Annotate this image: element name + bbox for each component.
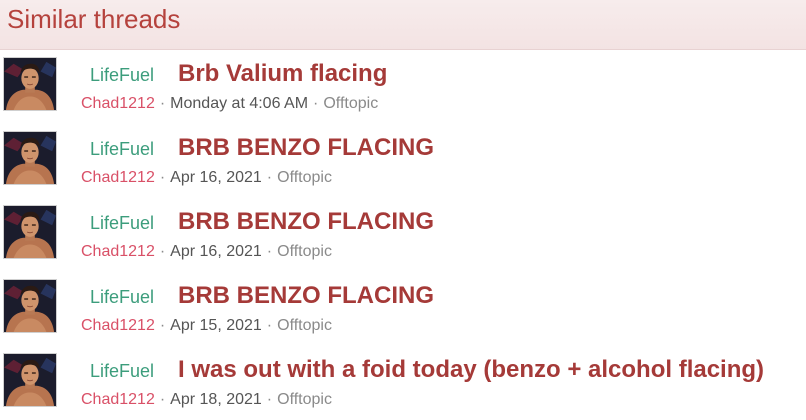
thread-meta: Chad1212 · Apr 15, 2021 · Offtopic	[81, 317, 332, 335]
thread-prefix-label[interactable]: LifeFuel	[90, 361, 154, 382]
thread-date[interactable]: Apr 15, 2021	[170, 317, 262, 334]
thread-row: LifeFuel I was out with a foid today (be…	[0, 346, 806, 420]
meta-separator: ·	[266, 243, 273, 260]
thread-date[interactable]: Apr 16, 2021	[170, 243, 262, 260]
meta-separator: ·	[266, 317, 273, 334]
thread-meta: Chad1212 · Apr 16, 2021 · Offtopic	[81, 243, 332, 261]
meta-separator: ·	[159, 243, 166, 260]
meta-separator: ·	[159, 317, 166, 334]
avatar-image	[4, 132, 56, 184]
thread-meta: Chad1212 · Monday at 4:06 AM · Offtopic	[81, 95, 378, 113]
block-title: Similar threads	[7, 4, 181, 34]
avatar-image	[4, 280, 56, 332]
block-header: Similar threads	[0, 0, 806, 50]
thread-date[interactable]: Monday at 4:06 AM	[170, 95, 308, 112]
avatar[interactable]	[3, 279, 57, 333]
meta-separator: ·	[159, 169, 166, 186]
similar-threads-block: Similar threads LifeFuel Brb Valium flac…	[0, 0, 806, 408]
thread-prefix-label[interactable]: LifeFuel	[90, 65, 154, 86]
thread-prefix-label[interactable]: LifeFuel	[90, 287, 154, 308]
meta-separator: ·	[266, 169, 273, 186]
thread-author-link[interactable]: Chad1212	[81, 391, 155, 408]
thread-title-link[interactable]: BRB BENZO FLACING	[178, 282, 434, 310]
thread-title-link[interactable]: BRB BENZO FLACING	[178, 134, 434, 162]
avatar-image	[4, 58, 56, 110]
meta-separator: ·	[266, 391, 273, 408]
thread-row: LifeFuel BRB BENZO FLACING Chad1212 · Apr …	[0, 272, 806, 346]
thread-forum-link[interactable]: Offtopic	[323, 95, 378, 112]
thread-author-link[interactable]: Chad1212	[81, 317, 155, 334]
avatar[interactable]	[3, 57, 57, 111]
thread-row: LifeFuel BRB BENZO FLACING Chad1212 · Apr …	[0, 124, 806, 198]
thread-prefix-label[interactable]: LifeFuel	[90, 213, 154, 234]
thread-title-link[interactable]: Brb Valium flacing	[178, 60, 387, 88]
thread-date[interactable]: Apr 16, 2021	[170, 169, 262, 186]
thread-date[interactable]: Apr 18, 2021	[170, 391, 262, 408]
meta-separator: ·	[313, 95, 319, 112]
thread-author-link[interactable]: Chad1212	[81, 243, 155, 260]
thread-title-link[interactable]: I was out with a foid today (benzo + alc…	[178, 356, 764, 384]
thread-forum-link[interactable]: Offtopic	[277, 317, 332, 334]
avatar-image	[4, 354, 56, 406]
thread-prefix-label[interactable]: LifeFuel	[90, 139, 154, 160]
thread-row: LifeFuel Brb Valium flacing Chad1212 · Mon…	[0, 50, 806, 124]
thread-meta: Chad1212 · Apr 16, 2021 · Offtopic	[81, 169, 332, 187]
thread-author-link[interactable]: Chad1212	[81, 169, 155, 186]
avatar[interactable]	[3, 205, 57, 259]
meta-separator: ·	[159, 391, 166, 408]
thread-forum-link[interactable]: Offtopic	[277, 243, 332, 260]
thread-meta: Chad1212 · Apr 18, 2021 · Offtopic	[81, 391, 332, 409]
thread-forum-link[interactable]: Offtopic	[277, 169, 332, 186]
thread-author-link[interactable]: Chad1212	[81, 95, 155, 112]
thread-forum-link[interactable]: Offtopic	[277, 391, 332, 408]
avatar[interactable]	[3, 353, 57, 407]
thread-title-link[interactable]: BRB BENZO FLACING	[178, 208, 434, 236]
meta-separator: ·	[159, 95, 166, 112]
thread-row: LifeFuel BRB BENZO FLACING Chad1212 · Apr …	[0, 198, 806, 272]
avatar-image	[4, 206, 56, 258]
avatar[interactable]	[3, 131, 57, 185]
